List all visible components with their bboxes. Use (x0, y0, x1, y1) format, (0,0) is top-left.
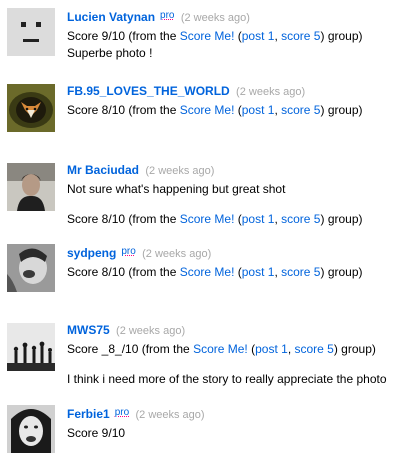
timestamp: (2 weeks ago) (180, 12, 250, 24)
username-link[interactable]: Ferbie1 (67, 407, 110, 421)
fox-avatar[interactable] (7, 84, 55, 132)
username-link[interactable]: Lucien Vatynan (67, 10, 155, 24)
score-line: Score 8/10 (from the Score Me! (post 1, … (67, 103, 363, 117)
group-silhouette-avatar[interactable] (7, 323, 55, 371)
score-link[interactable]: score 5 (294, 342, 333, 356)
person-avatar[interactable] (7, 405, 55, 453)
group-link[interactable]: Score Me! (193, 342, 248, 356)
username-link[interactable]: sydpeng (67, 246, 116, 260)
score-line: Score _8_/10 (from the Score Me! (post 1… (67, 342, 376, 356)
pro-badge[interactable]: pro (115, 407, 129, 418)
score-link[interactable]: score 5 (281, 29, 320, 43)
pro-badge[interactable]: pro (121, 246, 135, 257)
person-avatar[interactable] (7, 244, 55, 292)
post-link[interactable]: post 1 (242, 212, 275, 226)
pro-badge[interactable]: pro (160, 10, 174, 21)
post-link[interactable]: post 1 (255, 342, 288, 356)
group-link[interactable]: Score Me! (180, 265, 235, 279)
default-avatar[interactable] (7, 8, 55, 56)
comment-text: Superbe photo ! (67, 46, 153, 60)
score-line: Score 9/10 (from the Score Me! (post 1, … (67, 29, 363, 43)
score-line: Score 8/10 (from the Score Me! (post 1, … (67, 265, 363, 279)
timestamp: (2 weeks ago) (142, 248, 212, 260)
username-link[interactable]: FB.95_LOVES_THE_WORLD (67, 84, 230, 98)
timestamp: (2 weeks ago) (116, 325, 186, 337)
score-line: Score 8/10 (from the Score Me! (post 1, … (67, 212, 363, 226)
group-link[interactable]: Score Me! (180, 103, 235, 117)
post-link[interactable]: post 1 (242, 29, 275, 43)
group-link[interactable]: Score Me! (180, 29, 235, 43)
post-link[interactable]: post 1 (242, 265, 275, 279)
comment-text: Score 9/10 (67, 426, 126, 440)
timestamp: (2 weeks ago) (145, 165, 215, 177)
score-link[interactable]: score 5 (281, 265, 320, 279)
person-avatar[interactable] (7, 163, 55, 211)
comment-text: I think i need more of the story to real… (67, 372, 387, 386)
username-link[interactable]: Mr Baciudad (67, 163, 139, 177)
timestamp: (2 weeks ago) (236, 86, 306, 98)
comment-text: Not sure what's happening but great shot (67, 182, 286, 196)
score-link[interactable]: score 5 (281, 103, 320, 117)
username-link[interactable]: MWS75 (67, 323, 110, 337)
score-link[interactable]: score 5 (281, 212, 320, 226)
post-link[interactable]: post 1 (242, 103, 275, 117)
group-link[interactable]: Score Me! (180, 212, 235, 226)
timestamp: (2 weeks ago) (135, 409, 205, 421)
